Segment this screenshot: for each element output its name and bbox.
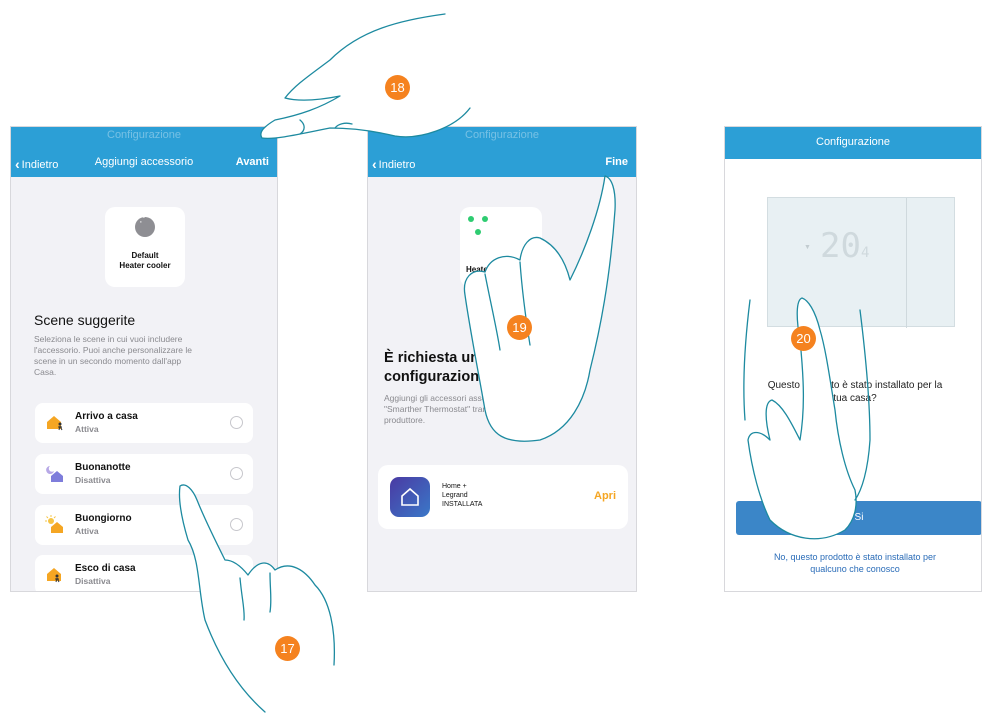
scene-status: Disattiva <box>75 475 111 485</box>
scene-status: Attiva <box>75 526 99 536</box>
accessory-dots-icon <box>468 216 488 235</box>
nav-bar: Configurazione ‹ Indietro Fine <box>368 127 636 177</box>
app-developer: Legrand <box>442 492 468 499</box>
display-digits: 20 <box>820 226 861 266</box>
step-badge-19: 19 <box>507 315 532 340</box>
hand-18-detail <box>299 119 353 135</box>
scene-radio[interactable] <box>230 518 243 531</box>
house-leave-icon <box>47 568 61 583</box>
step-badge-17: 17 <box>275 636 300 661</box>
section-description: Seleziona le scene in cui vuoi includere… <box>34 334 274 378</box>
screen-configurazione-thermostat: Configurazione ▼ 204 Questo prodotto è s… <box>724 126 982 592</box>
scene-name: Buongiorno <box>75 513 132 524</box>
app-row-home-plus: Home + Legrand INSTALLATA Apri <box>378 465 628 529</box>
scene-item-buongiorno[interactable]: Buongiorno Attiva <box>35 505 253 545</box>
question-line: tua casa? <box>833 393 877 404</box>
hand-18 <box>260 13 471 140</box>
yes-button[interactable]: Si <box>736 501 981 535</box>
heading-line: È richiesta una procedura di <box>384 350 579 366</box>
thermostat-divider <box>906 198 907 328</box>
scene-radio[interactable] <box>230 416 243 429</box>
desc-line: produttore. <box>384 415 426 425</box>
back-button[interactable]: ‹ Indietro <box>372 156 415 172</box>
open-app-button[interactable]: Apri <box>594 490 616 502</box>
accessory-type-line: Heater cooler <box>119 261 171 270</box>
moon-house-icon <box>46 466 63 482</box>
scene-name: Esco di casa <box>75 563 136 574</box>
heading-line: configurazione aggiuntiva <box>384 369 564 385</box>
nav-bar: Configurazione ‹ Indietro Aggiungi access… <box>11 127 277 177</box>
section-description: Aggiungi gli accessori associabili a "Sm… <box>384 393 624 426</box>
app-name: Home + <box>442 483 467 490</box>
question-line: Questo prodotto è stato installato per l… <box>767 380 943 391</box>
accessory-tile: Default Heater cooler <box>105 207 185 287</box>
display-decimal: 4 <box>860 245 870 261</box>
accessory-name: Heater <box>466 265 491 274</box>
nav-ghost-title: Configurazione <box>107 129 181 141</box>
scene-name: Buonanotte <box>75 462 131 473</box>
desc-line: Aggiungi gli accessori associabili a <box>384 393 515 403</box>
app-info: Home + Legrand INSTALLATA <box>442 482 482 509</box>
screen-configurazione-aggiuntiva: Configurazione ‹ Indietro Fine Heater È r… <box>367 126 637 592</box>
screen-aggiungi-accessorio: Configurazione ‹ Indietro Aggiungi access… <box>10 126 278 592</box>
other-owner-link[interactable]: No, questo prodotto è stato installato p… <box>745 551 965 575</box>
scene-status: Attiva <box>75 424 99 434</box>
scene-name: Arrivo a casa <box>75 411 138 422</box>
step-badge-18: 18 <box>385 75 410 100</box>
home-plus-app-icon <box>390 477 430 517</box>
nav-bar: Configurazione <box>725 127 981 159</box>
page-title: Configurazione <box>816 136 890 148</box>
thermostat-image: ▼ 204 <box>767 197 955 328</box>
alt-line: No, questo prodotto è stato installato p… <box>773 552 937 562</box>
accessory-tile: Heater <box>460 207 542 287</box>
scene-status: Disattiva <box>75 576 111 586</box>
arrow-down-icon: ▼ <box>804 244 811 251</box>
question-text: Questo prodotto è stato installato per l… <box>743 379 967 405</box>
alt-line: qualcuno che conosco <box>810 564 900 574</box>
scene-item-buonanotte[interactable]: Buonanotte Disattiva <box>35 454 253 494</box>
chevron-left-icon: ‹ <box>372 156 377 172</box>
accessory-icon <box>135 216 155 237</box>
house-arrive-icon <box>47 416 63 431</box>
scene-item-esco[interactable]: Esco di casa Disattiva <box>35 555 253 591</box>
nav-ghost-title: Configurazione <box>465 129 539 141</box>
next-button[interactable]: Avanti <box>236 156 269 168</box>
thermostat-display: 204 <box>820 226 869 266</box>
desc-line: l'accessorio. Puoi anche personalizzare … <box>34 345 193 355</box>
section-title: Scene suggerite <box>34 312 136 328</box>
scene-item-arrivo[interactable]: Arrivo a casa Attiva <box>35 403 253 443</box>
section-heading: È richiesta una procedura di configurazi… <box>384 349 579 387</box>
sun-house-icon <box>45 515 63 533</box>
house-outline-icon <box>401 487 419 506</box>
app-install-status: INSTALLATA <box>442 501 483 508</box>
step-badge-20: 20 <box>791 326 816 351</box>
done-button[interactable]: Fine <box>605 156 628 168</box>
accessory-name: Default Heater cooler <box>105 251 185 271</box>
desc-line: Casa. <box>34 367 57 377</box>
desc-line: "Smarther Thermostat" tramite l'app del <box>384 404 533 414</box>
scene-radio[interactable] <box>230 467 243 480</box>
desc-line: scene in un secondo momento dall'app <box>34 356 182 366</box>
accessory-name-line: Default <box>131 251 159 260</box>
desc-line: Seleziona le scene in cui vuoi includere <box>34 334 183 344</box>
back-label: Indietro <box>378 159 416 171</box>
